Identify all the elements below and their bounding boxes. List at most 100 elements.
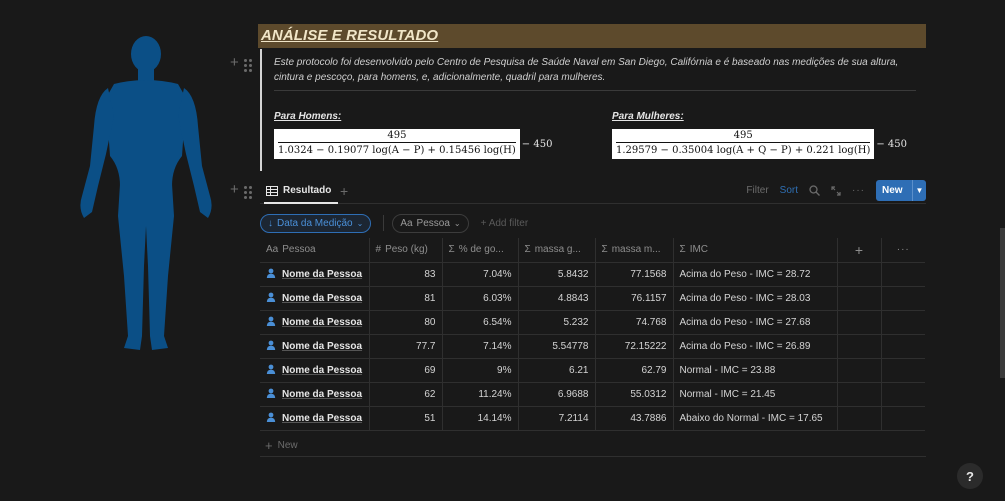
cell-pessoa[interactable]: Nome da Pessoa bbox=[260, 286, 369, 311]
cell-massa-gorda[interactable]: 5.54778 bbox=[517, 334, 595, 359]
tab-resultado[interactable]: Resultado bbox=[266, 185, 331, 196]
men-denominator: 1.0324 − 0.19077 log(A − P) + 0.15456 lo… bbox=[278, 145, 516, 156]
cell-peso[interactable]: 81 bbox=[368, 286, 442, 311]
column-label: % de go... bbox=[458, 244, 504, 256]
person-name[interactable]: Nome da Pessoa bbox=[282, 341, 362, 352]
column-header-pessoa[interactable]: Aa Pessoa bbox=[260, 238, 369, 263]
cell-pessoa[interactable]: Nome da Pessoa bbox=[260, 358, 369, 383]
cell-massa-gorda[interactable]: 6.9688 bbox=[517, 382, 595, 407]
cell-massa-gorda[interactable]: 6.21 bbox=[517, 358, 595, 383]
cell-gordura[interactable]: 14.14% bbox=[441, 406, 518, 431]
plus-icon[interactable]: + bbox=[230, 55, 239, 72]
women-formula-tail: − 450 bbox=[876, 138, 908, 150]
cell-peso[interactable]: 80 bbox=[368, 310, 442, 335]
table-row[interactable]: Nome da Pessoa 81 6.03% 4.8843 76.1157 Acima … bbox=[260, 286, 925, 311]
table-row[interactable]: Nome da Pessoa 80 6.54% 5.232 74.768 Acima do… bbox=[260, 310, 925, 335]
cell-gordura[interactable]: 6.54% bbox=[441, 310, 518, 335]
filter-chip-pessoa[interactable]: Aa Pessoa ⌄ bbox=[392, 213, 469, 233]
column-header-gordura[interactable]: Σ% de go... bbox=[441, 238, 518, 263]
number-property-icon: # bbox=[375, 244, 382, 256]
sort-button[interactable]: Sort bbox=[780, 185, 798, 196]
column-header-massa-gorda[interactable]: Σmassa g... bbox=[517, 238, 595, 263]
heading-block[interactable]: ANÁLISE E RESULTADO bbox=[258, 24, 926, 48]
add-view-plus-icon[interactable]: + bbox=[340, 183, 348, 199]
block-handle-database[interactable]: + bbox=[230, 182, 252, 199]
plus-icon[interactable]: + bbox=[230, 182, 239, 199]
table-row[interactable]: Nome da Pessoa 62 11.24% 6.9688 55.0312 Norma… bbox=[260, 382, 925, 407]
person-name[interactable]: Nome da Pessoa bbox=[282, 269, 362, 280]
quote-block[interactable]: Este protocolo foi desenvolvido pelo Cen… bbox=[260, 49, 922, 171]
chevron-down-icon[interactable]: ▼ bbox=[912, 180, 926, 201]
cell-empty bbox=[880, 310, 925, 335]
cell-massa-magra[interactable]: 74.768 bbox=[594, 310, 673, 335]
cell-gordura[interactable]: 7.04% bbox=[441, 262, 518, 287]
cell-imc[interactable]: Normal - IMC = 21.45 bbox=[672, 382, 837, 407]
more-options-icon[interactable]: ··· bbox=[852, 185, 865, 196]
person-name[interactable]: Nome da Pessoa bbox=[282, 317, 362, 328]
person-icon bbox=[266, 412, 276, 422]
tab-label: Resultado bbox=[283, 185, 332, 196]
search-icon[interactable] bbox=[809, 185, 820, 196]
table-row[interactable]: Nome da Pessoa 51 14.14% 7.2114 43.7886 Abaix… bbox=[260, 406, 925, 431]
expand-icon[interactable] bbox=[831, 185, 841, 196]
women-formula-fraction: 495 1.29579 − 0.35004 log(A + Q − P) + 0… bbox=[612, 129, 875, 159]
cell-empty bbox=[836, 334, 881, 359]
cell-massa-magra[interactable]: 55.0312 bbox=[594, 382, 673, 407]
cell-peso[interactable]: 51 bbox=[368, 406, 442, 431]
cell-massa-gorda[interactable]: 7.2114 bbox=[517, 406, 595, 431]
cell-imc[interactable]: Acima do Peso - IMC = 26.89 bbox=[672, 334, 837, 359]
column-header-massa-magra[interactable]: Σmassa m... bbox=[594, 238, 673, 263]
person-name[interactable]: Nome da Pessoa bbox=[282, 413, 362, 424]
cell-massa-gorda[interactable]: 4.8843 bbox=[517, 286, 595, 311]
vertical-scrollbar[interactable] bbox=[1000, 228, 1005, 378]
cell-peso[interactable]: 69 bbox=[368, 358, 442, 383]
cell-imc[interactable]: Abaixo do Normal - IMC = 17.65 bbox=[672, 406, 837, 431]
cell-gordura[interactable]: 6.03% bbox=[441, 286, 518, 311]
cell-imc[interactable]: Normal - IMC = 23.88 bbox=[672, 358, 837, 383]
cell-massa-magra[interactable]: 77.1568 bbox=[594, 262, 673, 287]
cell-massa-magra[interactable]: 43.7886 bbox=[594, 406, 673, 431]
person-name[interactable]: Nome da Pessoa bbox=[282, 293, 362, 304]
cell-peso[interactable]: 77.7 bbox=[368, 334, 442, 359]
table-row[interactable]: Nome da Pessoa 77.7 7.14% 5.54778 72.15222 Ac… bbox=[260, 334, 925, 359]
more-options-icon[interactable]: ··· bbox=[880, 238, 925, 263]
column-header-peso[interactable]: # Peso (kg) bbox=[368, 238, 442, 263]
filter-button[interactable]: Filter bbox=[746, 185, 768, 196]
person-icon bbox=[266, 292, 276, 302]
cell-massa-magra[interactable]: 72.15222 bbox=[594, 334, 673, 359]
cell-massa-gorda[interactable]: 5.232 bbox=[517, 310, 595, 335]
table-row[interactable]: Nome da Pessoa 69 9% 6.21 62.79 Normal - IMC … bbox=[260, 358, 925, 383]
cell-pessoa[interactable]: Nome da Pessoa bbox=[260, 262, 369, 287]
cell-imc[interactable]: Acima do Peso - IMC = 27.68 bbox=[672, 310, 837, 335]
help-button[interactable]: ? bbox=[957, 463, 983, 489]
new-record-button[interactable]: New ▼ bbox=[876, 180, 926, 201]
filter-row: ↓ Data da Medição ⌄ Aa Pessoa ⌄ + Add fi… bbox=[260, 213, 528, 233]
cell-massa-gorda[interactable]: 5.8432 bbox=[517, 262, 595, 287]
divider bbox=[274, 90, 916, 91]
cell-pessoa[interactable]: Nome da Pessoa bbox=[260, 382, 369, 407]
person-name[interactable]: Nome da Pessoa bbox=[282, 389, 362, 400]
drag-handle-icon[interactable] bbox=[243, 184, 252, 199]
add-filter-button[interactable]: + Add filter bbox=[481, 218, 529, 229]
cell-pessoa[interactable]: Nome da Pessoa bbox=[260, 334, 369, 359]
add-property-button[interactable]: + bbox=[836, 238, 881, 263]
drag-handle-icon[interactable] bbox=[243, 57, 252, 72]
cell-massa-magra[interactable]: 62.79 bbox=[594, 358, 673, 383]
table-row[interactable]: Nome da Pessoa 83 7.04% 5.8432 77.1568 Acima … bbox=[260, 262, 925, 287]
cell-peso[interactable]: 83 bbox=[368, 262, 442, 287]
cell-peso[interactable]: 62 bbox=[368, 382, 442, 407]
person-name[interactable]: Nome da Pessoa bbox=[282, 365, 362, 376]
cell-gordura[interactable]: 9% bbox=[441, 358, 518, 383]
new-row-button[interactable]: + New bbox=[265, 438, 298, 453]
cell-imc[interactable]: Acima do Peso - IMC = 28.72 bbox=[672, 262, 837, 287]
cell-massa-magra[interactable]: 76.1157 bbox=[594, 286, 673, 311]
cell-imc[interactable]: Acima do Peso - IMC = 28.03 bbox=[672, 286, 837, 311]
column-header-imc[interactable]: Σ IMC bbox=[672, 238, 837, 263]
sort-chip[interactable]: ↓ Data da Medição ⌄ bbox=[260, 213, 372, 233]
column-label: massa m... bbox=[611, 244, 661, 256]
cell-pessoa[interactable]: Nome da Pessoa bbox=[260, 406, 369, 431]
cell-gordura[interactable]: 11.24% bbox=[441, 382, 518, 407]
cell-gordura[interactable]: 7.14% bbox=[441, 334, 518, 359]
cell-pessoa[interactable]: Nome da Pessoa bbox=[260, 310, 369, 335]
block-handle-quote[interactable]: + bbox=[230, 55, 252, 72]
